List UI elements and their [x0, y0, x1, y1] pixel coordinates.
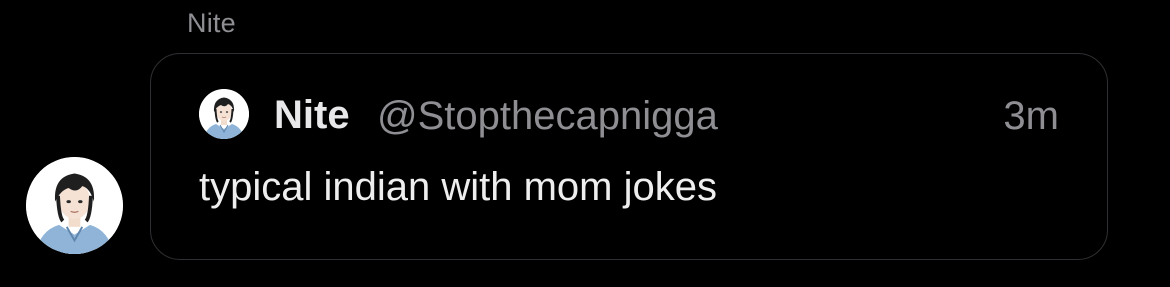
- anime-portrait-icon: [199, 89, 249, 139]
- quote-author-name[interactable]: Nite: [274, 93, 350, 138]
- quote-text: typical indian with mom jokes: [199, 165, 717, 209]
- quote-timestamp: 3m: [1003, 94, 1059, 138]
- sender-name-label: Nite: [187, 8, 236, 38]
- quoted-tweet-card[interactable]: Nite @Stopthecapnigga 3m typical indian …: [150, 53, 1108, 260]
- quote-author-handle[interactable]: @Stopthecapnigga: [377, 94, 718, 139]
- anime-portrait-icon: [26, 157, 123, 254]
- message-thread: Nite Nite @Stopthecapnigga 3m typical in…: [0, 0, 1170, 287]
- quote-author-avatar[interactable]: [199, 89, 249, 139]
- sender-avatar[interactable]: [26, 157, 123, 254]
